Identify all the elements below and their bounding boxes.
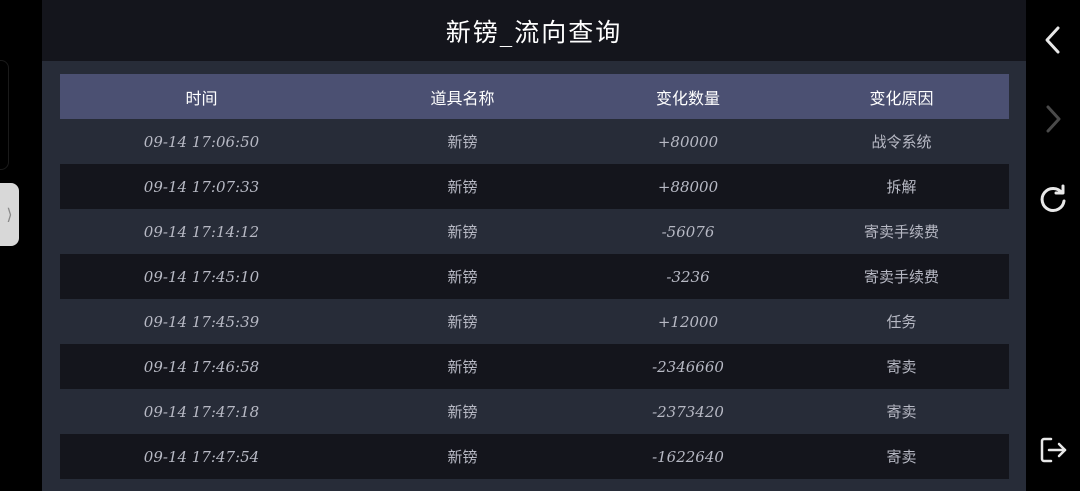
cell-change: -3236 [666, 267, 710, 286]
cell-time: 09-14 17:45:39 [143, 312, 260, 331]
cell-reason: 拆解 [886, 178, 917, 196]
exit-button[interactable] [1026, 430, 1080, 470]
cell-time: 09-14 17:47:18 [143, 402, 260, 421]
panel-header: 新镑_流向查询 [42, 0, 1026, 61]
chevron-left-icon [1045, 26, 1060, 54]
cell-reason: 寄卖手续费 [863, 268, 939, 286]
cell-change: -56076 [661, 222, 715, 241]
flow-query-panel: 新镑_流向查询 时间 道具名称 变化数量 变化原因 09-14 17:06:50… [42, 0, 1026, 491]
cell-change: +80000 [657, 132, 719, 151]
forward-button[interactable] [1026, 99, 1080, 139]
screen: ⟩ 新镑_流向查询 时间 道具名称 变化数量 变化原因 09-14 17:06:… [0, 0, 1080, 491]
table-row: 09-14 17:45:39 新镑 +12000 任务 [60, 299, 1009, 344]
side-drawer-handle[interactable]: ⟩ [0, 183, 19, 246]
table-row: 09-14 17:47:54 新镑 -1622640 寄卖 [60, 434, 1009, 479]
cell-reason: 寄卖 [886, 403, 917, 421]
table-row: 09-14 17:45:10 新镑 -3236 寄卖手续费 [60, 254, 1009, 299]
cell-item: 新镑 [447, 403, 478, 421]
column-header-reason: 变化原因 [869, 88, 934, 108]
cell-time: 09-14 17:47:54 [143, 447, 260, 466]
page-title: 新镑_流向查询 [445, 17, 623, 47]
cell-reason: 任务 [886, 313, 917, 331]
table-row: 09-14 17:06:50 新镑 +80000 战令系统 [60, 119, 1009, 164]
cell-change: +88000 [657, 177, 719, 196]
chevron-right-small-icon: ⟩ [6, 205, 13, 224]
side-outline [0, 60, 9, 170]
table-header: 时间 道具名称 变化数量 变化原因 [60, 74, 1009, 119]
cell-change: -2373420 [652, 402, 724, 421]
cell-time: 09-14 17:06:50 [143, 132, 260, 151]
reload-button[interactable] [1026, 178, 1080, 218]
column-header-time: 时间 [185, 88, 218, 108]
cell-change: +12000 [657, 312, 719, 331]
cell-reason: 战令系统 [871, 133, 932, 151]
cell-change: -1622640 [652, 447, 724, 466]
column-header-change: 变化数量 [655, 88, 720, 108]
cell-reason: 寄卖 [886, 358, 917, 376]
cell-time: 09-14 17:45:10 [143, 267, 260, 286]
cell-reason: 寄卖 [886, 448, 917, 466]
cell-item: 新镑 [447, 313, 478, 331]
table-row: 09-14 17:07:33 新镑 +88000 拆解 [60, 164, 1009, 209]
flow-table: 时间 道具名称 变化数量 变化原因 09-14 17:06:50 新镑 +800… [60, 74, 1009, 479]
exit-icon [1040, 437, 1067, 463]
cell-item: 新镑 [447, 178, 478, 196]
cell-time: 09-14 17:46:58 [143, 357, 260, 376]
cell-time: 09-14 17:14:12 [143, 222, 260, 241]
table-row: 09-14 17:47:18 新镑 -2373420 寄卖 [60, 389, 1009, 434]
cell-item: 新镑 [447, 133, 478, 151]
reload-icon [1040, 184, 1066, 212]
cell-item: 新镑 [447, 448, 478, 466]
cell-item: 新镑 [447, 223, 478, 241]
cell-item: 新镑 [447, 358, 478, 376]
browser-nav-bar [1026, 0, 1080, 491]
cell-time: 09-14 17:07:33 [143, 177, 260, 196]
chevron-right-icon [1046, 105, 1061, 133]
table-row: 09-14 17:14:12 新镑 -56076 寄卖手续费 [60, 209, 1009, 254]
cell-change: -2346660 [652, 357, 724, 376]
cell-reason: 寄卖手续费 [863, 223, 939, 241]
back-button[interactable] [1026, 20, 1080, 60]
table-row: 09-14 17:46:58 新镑 -2346660 寄卖 [60, 344, 1009, 389]
column-header-item: 道具名称 [430, 88, 495, 108]
cell-item: 新镑 [447, 268, 478, 286]
